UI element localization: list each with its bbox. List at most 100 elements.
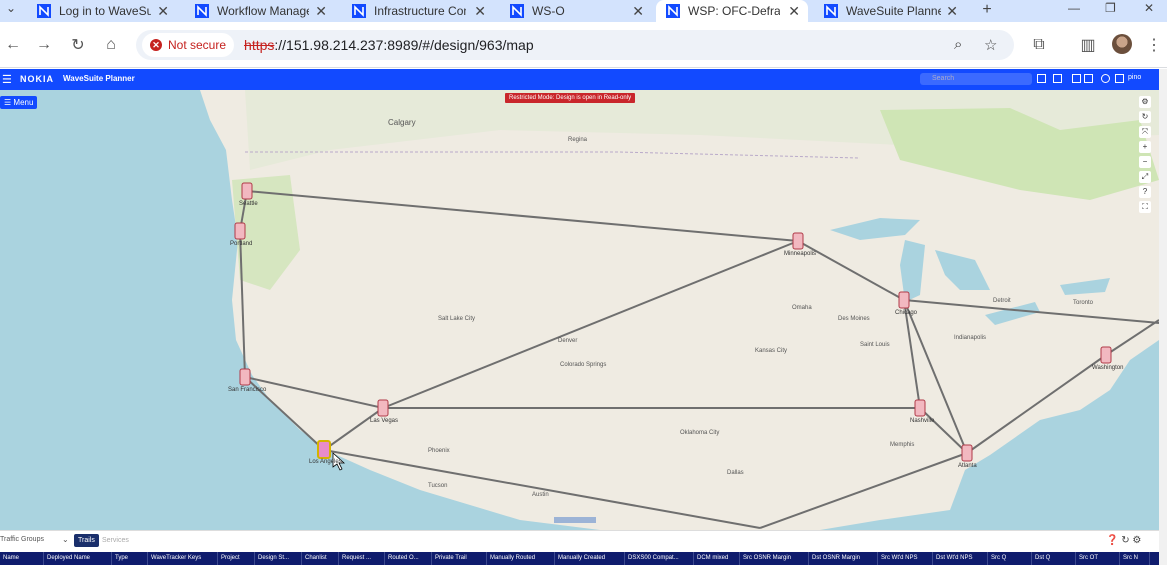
security-chip[interactable]: ✕ Not secure xyxy=(142,33,235,57)
tab-title: Infrastructure Con xyxy=(374,4,466,18)
menu-label: Menu xyxy=(13,98,34,107)
window-close-icon[interactable]: ✕ xyxy=(1144,0,1154,16)
column-header[interactable]: Src Q xyxy=(988,552,1032,565)
city-label: Detroit xyxy=(993,298,1011,304)
forward-arrow-icon[interactable]: → xyxy=(33,34,55,56)
hamburger-icon[interactable]: ☰ xyxy=(2,73,12,86)
close-icon[interactable]: ✕ xyxy=(157,3,169,20)
nokia-favicon-icon xyxy=(510,4,524,18)
column-header[interactable]: Src Wt'd NPS xyxy=(878,552,933,565)
back-arrow-icon[interactable]: ← xyxy=(2,34,24,56)
column-header[interactable]: Design St... xyxy=(255,552,302,565)
nokia-favicon-icon xyxy=(352,4,366,18)
bottom-panel-icons: ❓ ↻ ⚙ xyxy=(1106,535,1141,546)
zoom-out-icon[interactable]: − xyxy=(1139,156,1151,168)
zoom-in-icon[interactable]: + xyxy=(1139,141,1151,153)
more-menu-icon[interactable]: ⋮ xyxy=(1143,34,1165,56)
node-label-chicago: Chicago xyxy=(895,310,918,316)
city-label: Des Moines xyxy=(838,316,870,322)
column-header[interactable]: Request ... xyxy=(339,552,385,565)
close-icon[interactable]: ✕ xyxy=(632,3,644,20)
tab-title: Workflow Manage xyxy=(217,4,309,18)
city-label: Oklahoma City xyxy=(680,430,720,436)
grid-icon[interactable] xyxy=(1037,74,1046,83)
tab-services[interactable]: Services xyxy=(98,534,133,547)
network-map[interactable]: Seattle Portland San Francisco Las Vegas… xyxy=(0,90,1159,530)
column-header[interactable]: Routed O... xyxy=(385,552,432,565)
traffic-group-select[interactable]: Traffic Groups ⌄ xyxy=(0,535,70,544)
column-header[interactable]: Dst Q xyxy=(1032,552,1076,565)
layout-icon[interactable] xyxy=(1053,74,1062,83)
side-panel-icon[interactable]: ▥ xyxy=(1077,34,1099,56)
bottom-panel-toolbar: Traffic Groups ⌄ Trails Services ❓ ↻ ⚙ xyxy=(0,530,1159,552)
close-icon[interactable]: ✕ xyxy=(946,3,958,20)
city-label: Salt Lake City xyxy=(438,316,476,322)
help-icon[interactable]: ❓ xyxy=(1106,535,1118,546)
settings-icon[interactable]: ⚙ xyxy=(1139,96,1151,108)
bell-icon[interactable] xyxy=(1101,74,1110,83)
column-header[interactable]: Manually Routed xyxy=(487,552,555,565)
column-header[interactable]: DCM mixed xyxy=(694,552,740,565)
tab-search-icon[interactable]: ⌄ xyxy=(6,0,16,16)
browser-tab-infrastructure[interactable]: Infrastructure Con ✕ xyxy=(342,0,494,22)
node-label-losangeles: Los Angeles xyxy=(309,459,342,465)
column-header[interactable]: Chanlist xyxy=(302,552,339,565)
browser-tab-login[interactable]: Log in to WaveSuit ✕ xyxy=(27,0,177,22)
menu-button[interactable]: ☰ Menu xyxy=(0,96,38,109)
refresh-icon[interactable]: ↻ xyxy=(1121,535,1129,546)
column-header[interactable]: WaveTracker Keys xyxy=(148,552,218,565)
reload-icon[interactable]: ↻ xyxy=(67,34,89,56)
node-label-washington: Washington xyxy=(1092,365,1124,371)
city-label: Kansas City xyxy=(755,348,788,354)
node-label-nashville: Nashville xyxy=(910,418,935,424)
restore-icon[interactable]: ❐ xyxy=(1105,0,1116,16)
user-name[interactable]: pino xyxy=(1128,74,1141,81)
new-tab-button[interactable]: + xyxy=(978,0,996,20)
url-rest: ://151.98.214.237:8989/#/design/963/map xyxy=(274,37,534,53)
fullscreen-icon[interactable]: ⛶ xyxy=(1139,201,1151,213)
home-icon[interactable]: ⌂ xyxy=(100,34,122,56)
address-bar[interactable]: ✕ Not secure https://151.98.214.237:8989… xyxy=(136,30,1014,60)
bookmark-star-icon[interactable]: ☆ xyxy=(984,36,997,54)
refresh-icon[interactable]: ↻ xyxy=(1139,111,1151,123)
node-label-atlanta: Atlanta xyxy=(958,463,977,469)
column-header[interactable]: Dst OSNR Margin xyxy=(809,552,878,565)
settings-icon[interactable] xyxy=(1115,74,1124,83)
security-label: Not secure xyxy=(168,38,227,52)
tab-trails[interactable]: Trails xyxy=(74,534,99,547)
expand-icon[interactable]: ⤢ xyxy=(1139,171,1151,183)
profile-avatar[interactable] xyxy=(1112,34,1132,54)
app-search-input[interactable]: Search xyxy=(920,73,1032,85)
settings-icon[interactable]: ⚙ xyxy=(1132,535,1141,546)
url-text[interactable]: https://151.98.214.237:8989/#/design/963… xyxy=(244,37,534,53)
browser-tab-wsp-active[interactable]: WSP: OFC-Defragr ✕ xyxy=(656,0,808,22)
city-label: Tucson xyxy=(428,483,448,489)
close-icon[interactable]: ✕ xyxy=(474,3,486,20)
trails-table-header: Name Deployed Name Type WaveTracker Keys… xyxy=(0,552,1159,565)
column-header[interactable]: Type xyxy=(112,552,148,565)
column-header[interactable]: Src OSNR Margin xyxy=(740,552,809,565)
window-icon[interactable] xyxy=(1072,74,1081,83)
column-header[interactable]: Dst Wt'd NPS xyxy=(933,552,988,565)
column-header[interactable]: Src OT xyxy=(1076,552,1120,565)
close-icon[interactable]: ✕ xyxy=(315,3,327,20)
browser-toolbar: ← → ↻ ⌂ ✕ Not secure https://151.98.214.… xyxy=(0,22,1167,68)
column-header[interactable]: Src N xyxy=(1120,552,1150,565)
column-header[interactable]: DSXS00 Compat... xyxy=(625,552,694,565)
column-header[interactable]: Name xyxy=(0,552,44,565)
help-icon[interactable]: ? xyxy=(1139,186,1151,198)
column-header[interactable]: Deployed Name xyxy=(44,552,112,565)
panel-icon[interactable] xyxy=(1084,74,1093,83)
zoom-icon[interactable]: ⌕ xyxy=(954,36,962,53)
browser-tab-workflow[interactable]: Workflow Manage ✕ xyxy=(185,0,335,22)
extensions-icon[interactable]: ⧉ xyxy=(1028,34,1050,56)
browser-tab-wso[interactable]: WS-O ✕ xyxy=(500,0,652,22)
page-scrollbar[interactable] xyxy=(1159,69,1167,565)
fit-icon[interactable]: ⤧ xyxy=(1139,126,1151,138)
close-icon[interactable]: ✕ xyxy=(788,3,800,20)
column-header[interactable]: Private Trail xyxy=(432,552,487,565)
column-header[interactable]: Project xyxy=(218,552,255,565)
column-header[interactable]: Manually Created xyxy=(555,552,625,565)
minimize-icon[interactable]: — xyxy=(1068,0,1080,16)
browser-tab-planner[interactable]: WaveSuite Planner ✕ xyxy=(814,0,966,22)
